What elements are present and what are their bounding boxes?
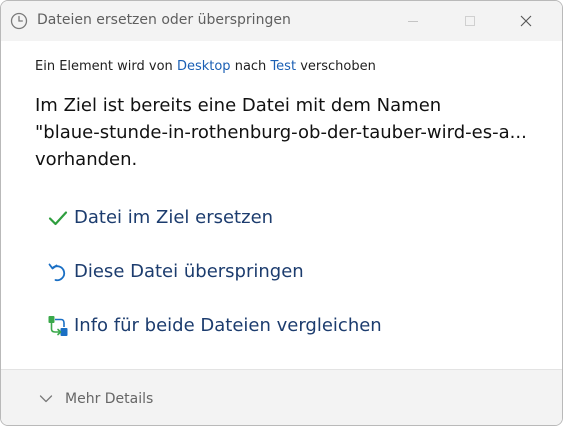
target-folder-link[interactable]: Test xyxy=(270,59,296,74)
compare-files-icon xyxy=(47,315,69,337)
maximize-icon xyxy=(465,16,475,26)
replace-or-skip-dialog: Dateien ersetzen oder überspringen Ein E… xyxy=(0,0,563,426)
move-description: Ein Element wird von Desktop nach Test v… xyxy=(35,59,376,74)
title-bar[interactable]: Dateien ersetzen oder überspringen xyxy=(1,1,562,41)
minimize-icon xyxy=(408,21,418,22)
compare-files-label: Info für beide Dateien vergleichen xyxy=(74,315,382,336)
undo-arrow-icon xyxy=(47,261,69,283)
dialog-footer: Mehr Details xyxy=(1,369,562,425)
heading-line: vorhanden. xyxy=(35,149,138,170)
close-button[interactable] xyxy=(503,1,549,41)
source-folder-link[interactable]: Desktop xyxy=(177,59,231,74)
dialog-content: Ein Element wird von Desktop nach Test v… xyxy=(1,41,562,368)
skip-file-option[interactable]: Diese Datei überspringen xyxy=(45,257,365,287)
heading-line: Im Ziel ist bereits eine Datei mit dem N… xyxy=(35,95,442,116)
move-middle: nach xyxy=(234,59,267,74)
close-icon xyxy=(520,15,532,27)
minimize-button[interactable] xyxy=(390,1,436,41)
maximize-button[interactable] xyxy=(447,1,493,41)
replace-file-option[interactable]: Datei im Ziel ersetzen xyxy=(45,203,365,233)
clock-icon xyxy=(10,12,28,30)
skip-file-label: Diese Datei überspringen xyxy=(74,261,304,282)
checkmark-icon xyxy=(47,207,69,229)
file-name: "blaue-stunde-in-rothenburg-ob-der-taube… xyxy=(35,122,527,143)
conflict-heading: Im Ziel ist bereits eine Datei mit dem N… xyxy=(35,92,535,173)
window-title: Dateien ersetzen oder überspringen xyxy=(37,12,291,28)
replace-file-label: Datei im Ziel ersetzen xyxy=(74,207,274,228)
compare-files-option[interactable]: Info für beide Dateien vergleichen xyxy=(45,311,382,341)
more-details-label: Mehr Details xyxy=(65,391,154,407)
chevron-down-icon xyxy=(39,395,53,403)
move-prefix: Ein Element wird von xyxy=(35,59,173,74)
move-suffix: verschoben xyxy=(300,59,376,74)
